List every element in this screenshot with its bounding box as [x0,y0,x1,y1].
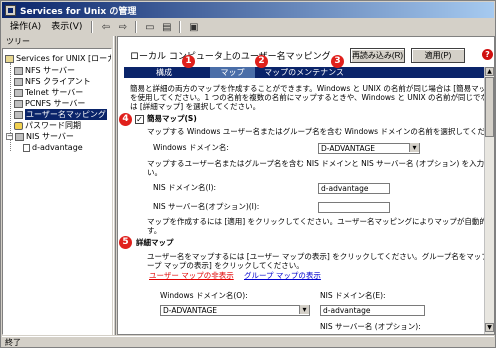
adv-nis-domain-value: d-advantage [323,306,371,315]
title-bar: Services for Unix の管理 [2,2,494,18]
nis-server-input[interactable] [318,202,390,213]
server-icon [14,66,23,75]
nis-domain-input[interactable]: d-advantage [318,183,390,194]
tree-item-nis-server[interactable]: − NIS サーバー [6,131,74,142]
tab-maps[interactable]: マップ [210,67,255,78]
advanced-description-2: ープ マップの表示] をクリックしてください。 [147,261,304,270]
panel-header: ローカル コンピュータ上のユーザー名マッピング 再読み込み(R) 適用(P) ? [118,37,494,67]
forward-icon[interactable]: ⇨ [115,20,130,34]
menu-action[interactable]: 操作(A) [6,20,45,34]
tree-item-nfs-server[interactable]: NFS サーバー [14,65,75,76]
panel-title: ローカル コンピュータ上のユーザー名マッピング [130,52,331,62]
adv-windows-domain-label: Windows ドメイン名(O): [160,291,248,300]
adv-nis-domain-label: NIS ドメイン名(E): [320,291,386,300]
adv-windows-domain-select[interactable]: D-ADVANTAGE [160,305,310,316]
tree-item-telnet[interactable]: Telnet サーバー [14,87,83,98]
tree-item-pcnfs[interactable]: PCNFS サーバー [14,98,85,109]
tree-pane: Services for UNIX [ローカル] NFS サーバー NFS クラ… [2,48,112,335]
adv-nis-domain-input[interactable]: d-advantage [320,305,425,316]
scroll-down-icon[interactable]: ▼ [485,323,494,332]
callout-4: 4 [119,113,132,126]
nis-description-1: マップするユーザー名またはグループ名を含む NIS ドメインと NIS サーバー… [147,159,495,168]
callout-2: 2 [255,55,268,68]
folder-icon [5,54,14,63]
server-icon [14,77,23,86]
windows-domain-select[interactable]: D-ADVANTAGE [318,143,420,154]
reload-button[interactable]: 再読み込み(R) [350,48,405,63]
pane-splitter[interactable] [113,36,116,335]
tree-item-nis-domain[interactable]: d-advantage [23,142,83,153]
callout-3: 3 [331,55,344,68]
toolbar-separator [135,21,138,33]
help-book-icon[interactable]: ▣ [186,20,201,34]
properties-icon[interactable]: ▤ [159,20,174,34]
tab-configuration[interactable]: 構成 [142,67,186,78]
simple-map-description: マップする Windows ユーザー名またはグループ名を含む Windows ド… [147,127,495,136]
app-icon [5,4,16,16]
simple-map-checkbox[interactable]: ✓ [135,115,144,124]
simple-map-label: 簡易マップ(S) [147,114,197,123]
tree-item-user-mapping[interactable]: ユーザー名マッピング [14,109,107,120]
menu-bar: 操作(A) 表示(V) ⇦ ⇨ ▭ ▤ ▣ [2,19,494,35]
tab-bar: 構成 マップ マップのメンテナンス [124,67,492,78]
domain-icon [23,143,30,152]
callout-5: 5 [119,236,132,249]
help-icon[interactable]: ? [482,49,493,60]
apply-button[interactable]: 適用(P) [411,48,465,63]
menu-view[interactable]: 表示(V) [47,20,86,34]
intro-text-3: は [詳細マップ] を選択してください。 [130,102,261,111]
nis-domain-label: NIS ドメイン名(I): [153,183,217,192]
back-icon[interactable]: ⇦ [98,20,113,34]
nis-server-label: NIS サーバー名(オプション)(I): [153,202,260,211]
windows-domain-value: D-ADVANTAGE [321,144,376,153]
nis-domain-value: d-advantage [321,184,369,193]
tree-item-password-sync[interactable]: パスワード同期 [14,120,81,131]
console-tree-icon[interactable]: ▭ [142,20,157,34]
tree-item-nfs-client[interactable]: NFS クライアント [14,76,91,87]
nis-description-2: い。 [147,168,162,177]
server-icon [15,132,24,141]
apply-note-2: す。 [147,226,162,235]
advanced-map-label: 詳細マップ [136,238,174,247]
tree-root[interactable]: Services for UNIX [ローカル] [5,53,111,64]
scroll-thumb[interactable] [485,77,494,137]
status-bar: 終了 [2,336,494,348]
toolbar-separator [179,21,182,33]
tree-tab[interactable]: ツリー [2,36,112,48]
collapse-icon[interactable]: − [6,133,13,140]
group-map-show-link[interactable]: グループ マップの表示 [244,271,321,281]
user-mapping-icon [14,110,23,119]
vertical-scrollbar[interactable]: ▲ ▼ [484,67,494,334]
windows-domain-label: Windows ドメイン名: [153,143,229,152]
scroll-up-icon[interactable]: ▲ [485,67,494,76]
key-icon [14,121,23,130]
adv-windows-domain-value: D-ADVANTAGE [163,306,218,315]
window-title: Services for Unix の管理 [20,6,137,17]
adv-nis-server-label: NIS サーバー名 (オプション): [320,322,421,331]
server-icon [14,88,23,97]
toolbar-separator [91,21,94,33]
main-pane: ローカル コンピュータ上のユーザー名マッピング 再読み込み(R) 適用(P) ?… [117,36,495,335]
apply-note-1: マップを作成するには [適用] をクリックしてください。ユーザー名マッピングによ… [147,217,495,226]
tab-map-maintenance[interactable]: マップのメンテナンス [264,67,344,78]
user-map-hide-link[interactable]: ユーザー マップの非表示 [149,271,234,281]
callout-1: 1 [182,55,195,68]
server-icon [14,99,23,108]
app-window: Services for Unix の管理 操作(A) 表示(V) ⇦ ⇨ ▭ … [0,0,496,348]
